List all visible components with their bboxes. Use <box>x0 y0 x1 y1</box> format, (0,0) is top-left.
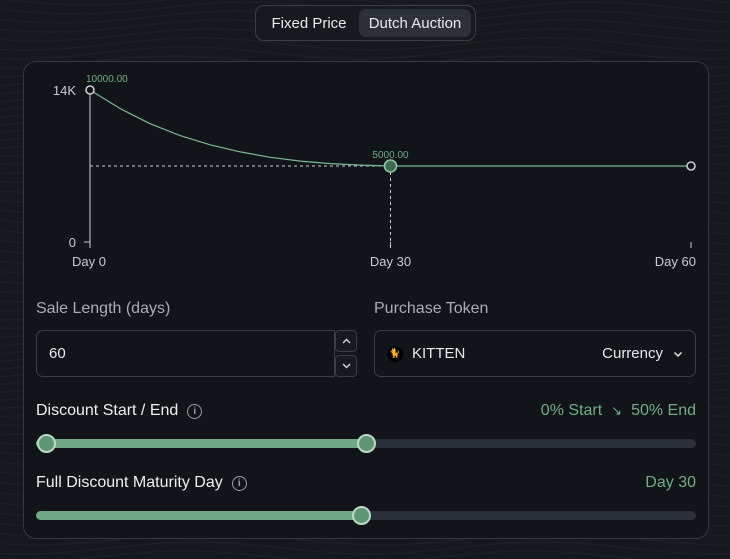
sale-length-stepper <box>335 330 357 377</box>
discount-end-text: 50% End <box>631 402 696 419</box>
chevron-up-icon <box>342 338 350 344</box>
sale-length-input[interactable]: 60 <box>36 330 335 377</box>
discount-end-thumb[interactable] <box>357 434 376 453</box>
discount-range-fill <box>36 439 366 448</box>
discount-title: Discount Start / End i <box>36 402 203 420</box>
token-name: KITTEN <box>412 345 466 362</box>
maturity-fill <box>36 511 362 520</box>
chevron-down-icon <box>673 351 683 357</box>
auction-settings-panel: 14K 0 Day 0 Day 30 Day 60 10000.00 5000.00 Sal… <box>23 61 709 539</box>
decrement-button[interactable] <box>335 355 357 377</box>
sale-length-label: Sale Length (days) <box>36 300 171 317</box>
x-tick-label: Day 0 <box>72 254 106 269</box>
wave-line <box>0 46 730 60</box>
maturity-day-slider[interactable] <box>36 506 696 525</box>
info-icon[interactable]: i <box>187 403 203 419</box>
x-tick-label: Day 60 <box>655 254 696 269</box>
price-point <box>686 161 696 171</box>
x-tick-label: Day 30 <box>370 254 411 269</box>
discount-range-slider[interactable] <box>36 434 696 453</box>
price-point <box>85 85 95 95</box>
discount-title-text: Discount Start / End <box>36 402 179 419</box>
purchase-token-select[interactable]: 🐈 KITTEN Currency <box>374 330 696 377</box>
purchase-token-label: Purchase Token <box>374 300 489 317</box>
wave-line <box>0 541 730 555</box>
maturity-value: Day 30 <box>645 474 696 492</box>
maturity-title: Full Discount Maturity Day i <box>36 474 247 492</box>
trend-down-arrow-icon: ↘ <box>611 403 623 418</box>
price-point-label: 10000.00 <box>86 74 128 85</box>
sale-length-value: 60 <box>49 345 66 362</box>
price-point <box>383 159 398 173</box>
maturity-title-text: Full Discount Maturity Day <box>36 474 223 491</box>
chevron-down-icon <box>342 363 350 369</box>
fixed-price-option[interactable]: Fixed Price <box>259 9 359 37</box>
discount-start-thumb[interactable] <box>37 434 56 453</box>
price-point-label: 5000.00 <box>372 150 409 161</box>
maturity-value-text: Day 30 <box>645 474 696 491</box>
discount-start-text: 0% Start <box>540 402 603 419</box>
y-tick-label: 0 <box>69 235 76 250</box>
wave-line <box>72 550 642 559</box>
y-tick-label: 14K <box>53 83 76 98</box>
kitten-token-icon: 🐈 <box>387 345 403 362</box>
discount-range-readout: 0% Start ↘ 50% End <box>541 402 696 420</box>
info-icon[interactable]: i <box>231 475 247 491</box>
dutch-auction-option[interactable]: Dutch Auction <box>359 9 471 37</box>
pricing-mode-toggle: Fixed Price Dutch Auction <box>255 5 476 41</box>
maturity-thumb[interactable] <box>352 506 372 525</box>
token-type: Currency <box>602 345 663 362</box>
increment-button[interactable] <box>335 330 357 352</box>
price-decay-chart: 14K 0 Day 0 Day 30 Day 60 10000.00 5000.00 <box>53 74 696 269</box>
